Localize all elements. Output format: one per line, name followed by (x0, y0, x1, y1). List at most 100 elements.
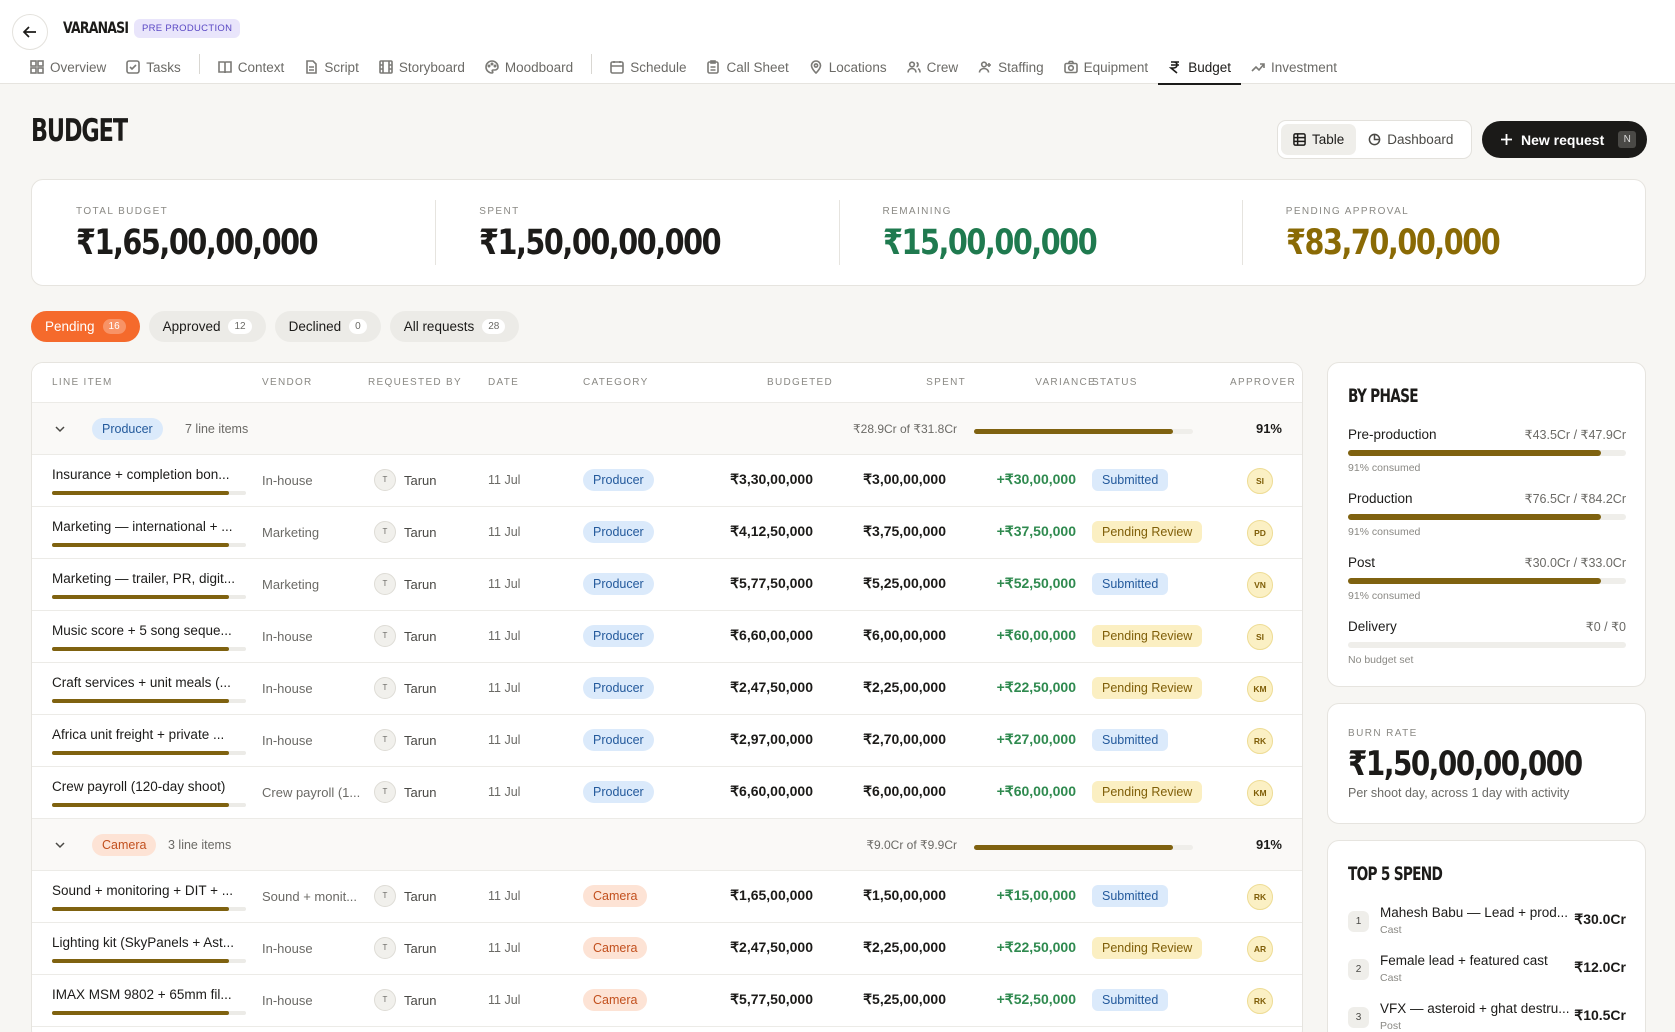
tab-script[interactable]: Script (294, 50, 369, 84)
line-item-name[interactable]: Music score + 5 song seque... (52, 623, 246, 638)
requested-by: Tarun (404, 473, 437, 488)
column-header-vendor: VENDOR (262, 377, 313, 388)
spent-amount: ₹2,25,00,000 (863, 679, 946, 695)
tab-storyboard[interactable]: Storyboard (369, 50, 475, 84)
chevron-down-icon[interactable] (54, 423, 66, 435)
status-badge[interactable]: Pending Review (1092, 521, 1203, 543)
status-badge[interactable]: Submitted (1092, 573, 1169, 595)
line-item-name[interactable]: Crew payroll (120-day shoot) (52, 779, 246, 794)
filter-count: 16 (102, 319, 126, 334)
table-row[interactable]: Lighting kit (SkyPanels + Ast... In-house… (32, 923, 1302, 975)
line-item-name[interactable]: Sound + monitoring + DIT + ... (52, 883, 246, 898)
status-badge[interactable]: Pending Review (1092, 781, 1203, 803)
requester-avatar: T (374, 989, 396, 1011)
requested-by: Tarun (404, 785, 437, 800)
requested-by: Tarun (404, 941, 437, 956)
status-badge[interactable]: Submitted (1092, 729, 1169, 751)
filter-label: All requests (403, 319, 475, 334)
tab-crew[interactable]: Crew (897, 50, 969, 84)
top-spend-item[interactable]: 3 VFX — asteroid + ghat destru... Post ₹10.… (1348, 1001, 1626, 1032)
approver-avatar[interactable]: RK (1247, 728, 1273, 754)
status-badge[interactable]: Pending Review (1092, 625, 1203, 647)
phase-note: No budget set (1348, 654, 1414, 666)
stat-label: SPENT (479, 206, 520, 217)
tab-tasks[interactable]: Tasks (116, 50, 191, 84)
table-row[interactable]: Africa unit freight + private ... In-hous… (32, 715, 1302, 767)
status-badge[interactable]: Submitted (1092, 989, 1169, 1011)
tab-investment[interactable]: Investment (1241, 50, 1347, 84)
phase-name: Production (1348, 491, 1413, 506)
approver-avatar[interactable]: KM (1247, 676, 1273, 702)
filter-all-requests[interactable]: All requests 28 (389, 311, 520, 342)
approver-avatar[interactable]: RK (1247, 884, 1273, 910)
tab-call-sheet[interactable]: Call Sheet (696, 50, 798, 84)
new-request-button[interactable]: New request N (1482, 121, 1647, 158)
group-header-producer[interactable]: Producer 7 line items ₹28.9Cr of ₹31.8Cr 91… (32, 403, 1302, 455)
line-item-name[interactable]: Marketing — trailer, PR, digit... (52, 571, 246, 586)
status-badge[interactable]: Pending Review (1092, 677, 1203, 699)
line-item-name[interactable]: Marketing — international + ... (52, 519, 246, 534)
approver-avatar[interactable]: SI (1247, 624, 1273, 650)
stat-label: PENDING APPROVAL (1285, 206, 1410, 217)
table-row[interactable]: IMAX MSM 9802 + 65mm fil... In-house T Taru… (32, 975, 1302, 1027)
approver-avatar[interactable]: SI (1247, 468, 1273, 494)
tab-context[interactable]: Context (208, 50, 295, 84)
tab-locations[interactable]: Locations (799, 50, 897, 84)
approver-avatar[interactable]: AR (1247, 936, 1273, 962)
tab-schedule[interactable]: Schedule (600, 50, 696, 84)
filter-approved[interactable]: Approved 12 (148, 311, 266, 342)
status-badge[interactable]: Submitted (1092, 885, 1169, 907)
back-button[interactable] (12, 14, 48, 50)
table-row[interactable]: Insurance + completion bon... In-house T Ta… (32, 455, 1302, 507)
table-row[interactable]: Marketing — trailer, PR, digit... Marketi… (32, 559, 1302, 611)
phase-header: Production ₹76.5Cr / ₹84.2Cr (1348, 491, 1626, 506)
spent-amount: ₹1,50,00,000 (863, 887, 946, 903)
line-item-progress (52, 959, 246, 963)
variance-amount: +₹60,00,000 (996, 783, 1076, 799)
table-row[interactable]: Craft services + unit meals (... In-house… (32, 663, 1302, 715)
table-row[interactable]: Crew payroll (120-day shoot) Crew payroll… (32, 767, 1302, 819)
spent-amount: ₹6,00,00,000 (863, 783, 946, 799)
tab-overview[interactable]: Overview (20, 50, 116, 84)
tab-budget[interactable]: Budget (1158, 50, 1241, 85)
line-item-progress-fill (52, 1011, 229, 1015)
tab-equipment[interactable]: Equipment (1054, 50, 1159, 84)
line-item-name[interactable]: Insurance + completion bon... (52, 467, 246, 482)
tab-moodboard[interactable]: Moodboard (475, 50, 583, 84)
approver-avatar[interactable]: VN (1247, 572, 1273, 598)
status-badge[interactable]: Submitted (1092, 469, 1169, 491)
line-item-name[interactable]: Lighting kit (SkyPanels + Ast... (52, 935, 246, 950)
chevron-down-icon[interactable] (54, 839, 66, 851)
approver-avatar[interactable]: RK (1247, 988, 1273, 1014)
tab-label: Moodboard (504, 59, 574, 75)
dashboard-view-button[interactable]: Dashboard (1356, 124, 1465, 155)
stat-pending-approval: PENDING APPROVAL ₹83,70,00,000 (1241, 180, 1645, 285)
table-view-button[interactable]: Table (1281, 124, 1357, 155)
line-item-name[interactable]: Africa unit freight + private ... (52, 727, 246, 742)
variance-amount: +₹60,00,000 (996, 627, 1076, 643)
requested-by: Tarun (404, 629, 437, 644)
line-item-name[interactable]: Craft services + unit meals (... (52, 675, 246, 690)
approver-avatar[interactable]: PD (1247, 520, 1273, 546)
line-item-progress-fill (52, 803, 229, 807)
top-spend-category: Cast (1380, 924, 1402, 936)
category-pill: Producer (583, 521, 654, 543)
table-row[interactable]: Sound + monitoring + DIT + ... Sound + mo… (32, 871, 1302, 923)
filter-declined[interactable]: Declined 0 (274, 311, 381, 342)
tab-staffing[interactable]: Staffing (968, 50, 1054, 84)
filter-pending[interactable]: Pending 16 (31, 311, 140, 342)
shortcut-key: N (1618, 131, 1637, 148)
top-spend-item[interactable]: 1 Mahesh Babu — Lead + prod... Cast ₹30.0Cr (1348, 905, 1626, 947)
top-spend-item[interactable]: 2 Female lead + featured cast Cast ₹12.0Cr (1348, 953, 1626, 995)
column-header-status: STATUS (1092, 377, 1138, 388)
status-badge[interactable]: Pending Review (1092, 937, 1203, 959)
table-row[interactable]: Marketing — international + ... Marketing… (32, 507, 1302, 559)
approver-avatar[interactable]: KM (1247, 780, 1273, 806)
column-header-category: CATEGORY (583, 377, 649, 388)
tab-bar: Overview Tasks Context Script Storyboard Mood… (20, 50, 1347, 85)
line-item-name[interactable]: IMAX MSM 9802 + 65mm fil... (52, 987, 246, 1002)
group-header-camera[interactable]: Camera 3 line items ₹9.0Cr of ₹9.9Cr 91% (32, 819, 1302, 871)
table-row[interactable]: Music score + 5 song seque... In-house T Ta… (32, 611, 1302, 663)
view-toggle: Table Dashboard (1277, 120, 1472, 159)
phase-header: Pre-production ₹43.5Cr / ₹47.9Cr (1348, 427, 1626, 442)
